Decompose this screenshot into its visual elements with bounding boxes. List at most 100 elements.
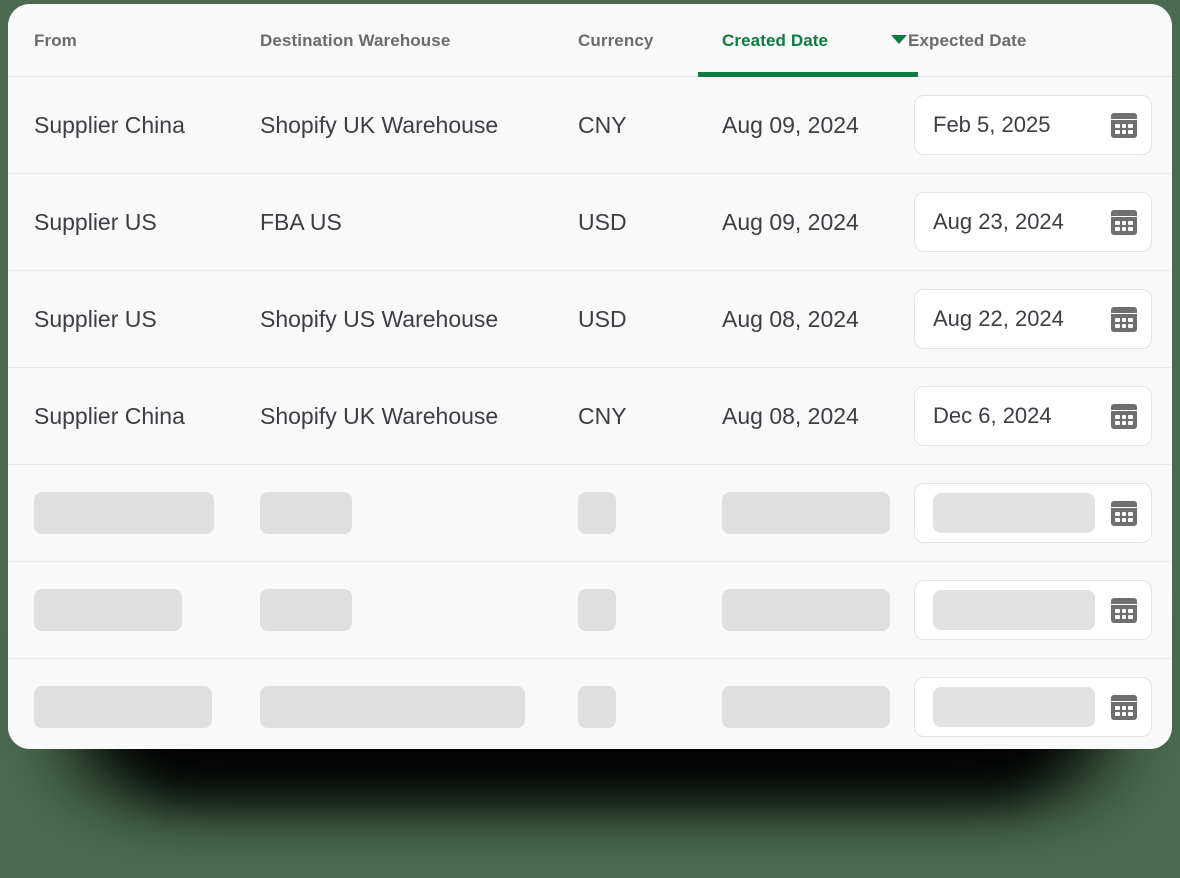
skeleton-placeholder-currency: [578, 686, 616, 728]
calendar-icon-dot: [1121, 220, 1127, 225]
table-row[interactable]: [8, 659, 1172, 749]
column-header-created-date-label: Created Date: [722, 30, 829, 50]
calendar-icon-dot: [1115, 517, 1120, 522]
skeleton-placeholder-currency: [578, 589, 616, 631]
calendar-icon-dot: [1121, 317, 1127, 322]
calendar-icon-dot: [1115, 614, 1120, 619]
cell-from: Supplier China: [34, 368, 185, 465]
skeleton-placeholder-expected-date: [933, 493, 1095, 533]
column-header-destination-warehouse-label: Destination Warehouse: [260, 30, 451, 50]
expected-date-input[interactable]: [914, 580, 1152, 640]
cell-destination-warehouse-text: Shopify US Warehouse: [260, 306, 499, 332]
calendar-icon-dot: [1121, 414, 1127, 419]
caret-down-icon[interactable]: [891, 35, 907, 44]
cell-from: Supplier China: [34, 77, 185, 174]
table-row[interactable]: Supplier US Shopify US Warehouse USD Aug 08…: [8, 271, 1172, 368]
calendar-icon[interactable]: [1111, 209, 1137, 235]
calendar-icon-dot: [1115, 317, 1120, 322]
table-body: Supplier China Shopify UK Warehouse CNY Aug…: [8, 77, 1172, 749]
calendar-icon-top-bar: [1111, 597, 1137, 604]
cell-destination-warehouse: Shopify US Warehouse: [260, 271, 498, 368]
expected-date-input[interactable]: Feb 5, 2025: [914, 95, 1152, 155]
skeleton-placeholder-expected-date: [933, 687, 1095, 727]
calendar-icon-dot: [1128, 220, 1133, 225]
calendar-icon-dot: [1121, 123, 1127, 128]
column-header-currency[interactable]: Currency: [578, 4, 653, 77]
calendar-icon-dot: [1115, 414, 1120, 419]
expected-date-value: Feb 5, 2025: [933, 112, 1051, 137]
cell-created-date-text: Aug 08, 2024: [722, 403, 859, 429]
skeleton-placeholder-created-date: [722, 589, 890, 631]
column-header-from[interactable]: From: [34, 4, 77, 77]
calendar-icon-top-bar: [1111, 403, 1137, 410]
calendar-icon-dot: [1121, 323, 1127, 328]
cell-created-date-text: Aug 09, 2024: [722, 112, 859, 138]
cell-from: Supplier US: [34, 271, 157, 368]
calendar-icon-dot: [1121, 517, 1127, 522]
cell-destination-warehouse-text: Shopify UK Warehouse: [260, 112, 499, 138]
cell-currency-text: USD: [578, 209, 627, 235]
column-header-created-date[interactable]: Created Date: [722, 4, 828, 77]
cell-created-date-text: Aug 09, 2024: [722, 209, 859, 235]
calendar-icon-dot: [1115, 608, 1120, 613]
column-header-currency-label: Currency: [578, 30, 654, 50]
cell-currency: USD: [578, 271, 627, 368]
calendar-icon-dot: [1128, 705, 1133, 710]
skeleton-placeholder-from: [34, 686, 212, 728]
calendar-icon-dot: [1115, 323, 1120, 328]
column-header-expected-date-label: Expected Date: [908, 30, 1027, 50]
purchase-orders-table-card: From Destination Warehouse Currency Crea…: [8, 4, 1172, 749]
table-row[interactable]: Supplier China Shopify UK Warehouse CNY Aug…: [8, 368, 1172, 465]
expected-date-value: Aug 23, 2024: [933, 209, 1064, 234]
cell-from-text: Supplier US: [34, 306, 157, 332]
table-row[interactable]: Supplier US FBA US USD Aug 09, 2024 Aug 23, …: [8, 174, 1172, 271]
skeleton-placeholder-currency: [578, 492, 616, 534]
calendar-icon-dot: [1128, 123, 1133, 128]
calendar-icon-dot: [1121, 614, 1127, 619]
calendar-icon-dot: [1128, 711, 1133, 716]
calendar-icon-top-bar: [1111, 112, 1137, 119]
calendar-icon[interactable]: [1111, 112, 1137, 138]
calendar-icon-dot: [1128, 414, 1133, 419]
cell-from: Supplier US: [34, 174, 157, 271]
calendar-icon[interactable]: [1111, 694, 1137, 720]
expected-date-value: Aug 22, 2024: [933, 306, 1064, 331]
cell-created-date: Aug 09, 2024: [722, 174, 859, 271]
calendar-icon-dot: [1121, 129, 1127, 134]
expected-date-input[interactable]: Aug 22, 2024: [914, 289, 1152, 349]
calendar-icon-dot: [1121, 226, 1127, 231]
skeleton-placeholder-destination-warehouse: [260, 589, 352, 631]
expected-date-input[interactable]: Dec 6, 2024: [914, 386, 1152, 446]
cell-currency: CNY: [578, 368, 627, 465]
cell-created-date-text: Aug 08, 2024: [722, 306, 859, 332]
calendar-icon-top-bar: [1111, 694, 1137, 701]
expected-date-input[interactable]: [914, 677, 1152, 737]
calendar-icon[interactable]: [1111, 306, 1137, 332]
calendar-icon-top-bar: [1111, 209, 1137, 216]
calendar-icon-grid: [1111, 701, 1137, 720]
calendar-icon[interactable]: [1111, 500, 1137, 526]
calendar-icon-dot: [1121, 420, 1127, 425]
table-header-row: From Destination Warehouse Currency Crea…: [8, 4, 1172, 77]
table-row[interactable]: Supplier China Shopify UK Warehouse CNY Aug…: [8, 77, 1172, 174]
skeleton-placeholder-created-date: [722, 686, 890, 728]
table-row[interactable]: [8, 562, 1172, 659]
calendar-icon[interactable]: [1111, 597, 1137, 623]
expected-date-input[interactable]: [914, 483, 1152, 543]
cell-currency: CNY: [578, 77, 627, 174]
calendar-icon-dot: [1128, 511, 1133, 516]
column-header-destination-warehouse[interactable]: Destination Warehouse: [260, 4, 450, 77]
calendar-icon-dot: [1115, 123, 1120, 128]
calendar-icon-dot: [1115, 705, 1120, 710]
column-header-expected-date[interactable]: Expected Date: [908, 4, 1026, 77]
expected-date-input[interactable]: Aug 23, 2024: [914, 192, 1152, 252]
calendar-icon[interactable]: [1111, 403, 1137, 429]
skeleton-placeholder-destination-warehouse: [260, 492, 352, 534]
calendar-icon-dot: [1115, 226, 1120, 231]
calendar-icon-dot: [1128, 226, 1133, 231]
calendar-icon-dot: [1115, 420, 1120, 425]
calendar-icon-grid: [1111, 313, 1137, 332]
cell-destination-warehouse: Shopify UK Warehouse: [260, 368, 498, 465]
table-row[interactable]: [8, 465, 1172, 562]
calendar-icon-grid: [1111, 216, 1137, 235]
